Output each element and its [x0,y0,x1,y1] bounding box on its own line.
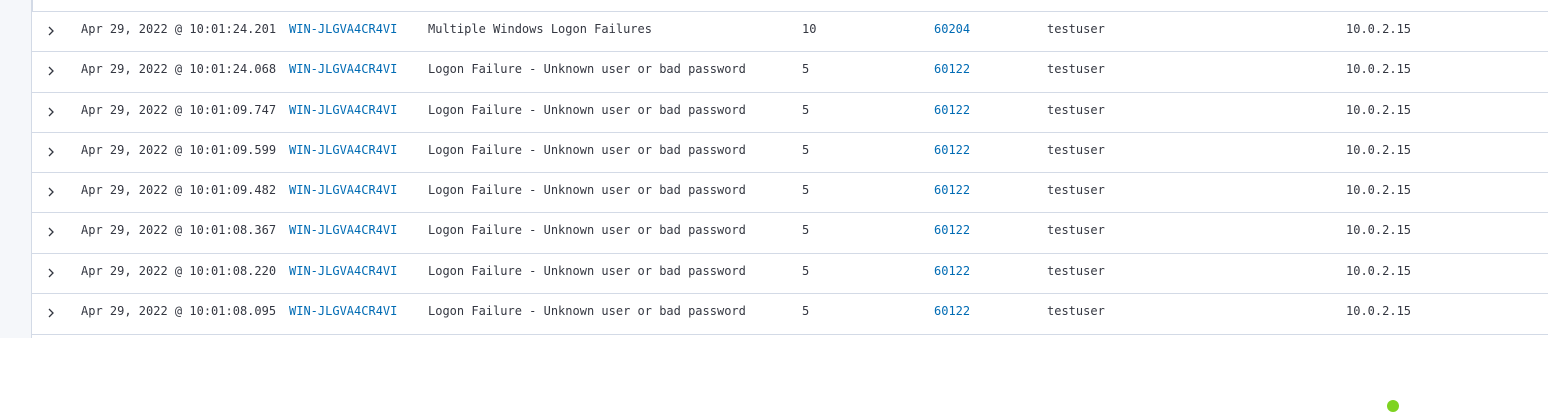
rule-description-cell: Logon Failure - Unknown user or bad pass… [428,103,746,117]
ip-cell: 10.0.2.15 [1346,223,1412,237]
expand-row-button[interactable] [42,264,60,282]
timestamp-cell: Apr 29, 2022 @ 10:01:24.201 [81,22,277,36]
rule-description-cell: Logon Failure - Unknown user or bad pass… [428,183,746,197]
table-row[interactable]: Apr 29, 2022 @ 10:01:08.095 WIN-JLGVA4CR… [32,294,1548,335]
rule-id-link[interactable]: 60204 [934,12,970,52]
rule-id-link[interactable]: 60122 [934,173,970,213]
rule-description-cell: Logon Failure - Unknown user or bad pass… [428,223,746,237]
table-row[interactable]: Apr 29, 2022 @ 10:01:24.068 WIN-JLGVA4CR… [32,52,1548,93]
rule-description-cell: Logon Failure - Unknown user or bad pass… [428,62,746,76]
user-cell: testuser [1047,62,1105,76]
table-divider [32,0,33,11]
rule-id-link[interactable]: 60122 [934,93,970,133]
expand-row-button[interactable] [42,22,60,40]
rule-level-cell: 5 [802,264,810,278]
left-gutter [0,0,32,338]
table-row[interactable]: Apr 29, 2022 @ 10:01:09.599 WIN-JLGVA4CR… [32,133,1548,173]
chevron-right-icon [48,66,54,76]
user-cell: testuser [1047,223,1105,237]
timestamp-cell: Apr 29, 2022 @ 10:01:09.482 [81,183,277,197]
table-row[interactable]: Apr 29, 2022 @ 10:01:08.220 WIN-JLGVA4CR… [32,254,1548,294]
chevron-right-icon [48,26,54,36]
user-cell: testuser [1047,22,1105,36]
expand-row-button[interactable] [42,304,60,322]
timestamp-cell: Apr 29, 2022 @ 10:01:09.599 [81,143,277,157]
alerts-page: Apr 29, 2022 @ 10:01:24.201 WIN-JLGVA4CR… [0,0,1548,413]
rule-id-link[interactable]: 60122 [934,254,970,294]
agent-name-link[interactable]: WIN-JLGVA4CR4VI [289,213,397,253]
chevron-right-icon [48,187,54,197]
chevron-right-icon [48,268,54,278]
expand-row-button[interactable] [42,143,60,161]
agent-name-link[interactable]: WIN-JLGVA4CR4VI [289,52,397,92]
user-cell: testuser [1047,304,1105,318]
timestamp-cell: Apr 29, 2022 @ 10:01:24.068 [81,62,277,76]
rule-level-cell: 5 [802,183,810,197]
timestamp-cell: Apr 29, 2022 @ 10:01:08.095 [81,304,277,318]
rule-description-cell: Logon Failure - Unknown user or bad pass… [428,304,746,318]
rule-level-cell: 5 [802,304,810,318]
expand-row-button[interactable] [42,62,60,80]
ip-cell: 10.0.2.15 [1346,62,1412,76]
chevron-right-icon [48,308,54,318]
rule-id-link[interactable]: 60122 [934,52,970,92]
ip-cell: 10.0.2.15 [1346,304,1412,318]
status-dot [1387,400,1399,412]
chevron-right-icon [48,107,54,117]
rule-level-cell: 5 [802,223,810,237]
agent-name-link[interactable]: WIN-JLGVA4CR4VI [289,93,397,133]
rule-level-cell: 10 [802,22,817,36]
chevron-right-icon [48,227,54,237]
rule-id-link[interactable]: 60122 [934,294,970,334]
user-cell: testuser [1047,143,1105,157]
expand-row-button[interactable] [42,183,60,201]
alerts-table: Apr 29, 2022 @ 10:01:24.201 WIN-JLGVA4CR… [32,0,1548,338]
user-cell: testuser [1047,103,1105,117]
agent-name-link[interactable]: WIN-JLGVA4CR4VI [289,173,397,213]
rule-level-cell: 5 [802,103,810,117]
ip-cell: 10.0.2.15 [1346,143,1412,157]
rule-id-link[interactable]: 60122 [934,213,970,253]
rule-description-cell: Multiple Windows Logon Failures [428,22,652,36]
ip-cell: 10.0.2.15 [1346,103,1412,117]
chevron-right-icon [48,147,54,157]
table-row[interactable]: Apr 29, 2022 @ 10:01:09.747 WIN-JLGVA4CR… [32,93,1548,133]
ip-cell: 10.0.2.15 [1346,22,1412,36]
agent-name-link[interactable]: WIN-JLGVA4CR4VI [289,133,397,173]
timestamp-cell: Apr 29, 2022 @ 10:01:08.367 [81,223,277,237]
agent-name-link[interactable]: WIN-JLGVA4CR4VI [289,254,397,294]
expand-row-button[interactable] [42,103,60,121]
table-row[interactable]: Apr 29, 2022 @ 10:01:08.367 WIN-JLGVA4CR… [32,213,1548,254]
ip-cell: 10.0.2.15 [1346,264,1412,278]
ip-cell: 10.0.2.15 [1346,183,1412,197]
agent-name-link[interactable]: WIN-JLGVA4CR4VI [289,12,397,52]
expand-row-button[interactable] [42,223,60,241]
rule-description-cell: Logon Failure - Unknown user or bad pass… [428,143,746,157]
rule-level-cell: 5 [802,143,810,157]
user-cell: testuser [1047,183,1105,197]
rule-description-cell: Logon Failure - Unknown user or bad pass… [428,264,746,278]
timestamp-cell: Apr 29, 2022 @ 10:01:09.747 [81,103,277,117]
rule-level-cell: 5 [802,62,810,76]
agent-name-link[interactable]: WIN-JLGVA4CR4VI [289,294,397,334]
table-row[interactable]: Apr 29, 2022 @ 10:01:09.482 WIN-JLGVA4CR… [32,173,1548,213]
timestamp-cell: Apr 29, 2022 @ 10:01:08.220 [81,264,277,278]
user-cell: testuser [1047,264,1105,278]
rule-id-link[interactable]: 60122 [934,133,970,173]
table-row[interactable]: Apr 29, 2022 @ 10:01:24.201 WIN-JLGVA4CR… [32,12,1548,52]
